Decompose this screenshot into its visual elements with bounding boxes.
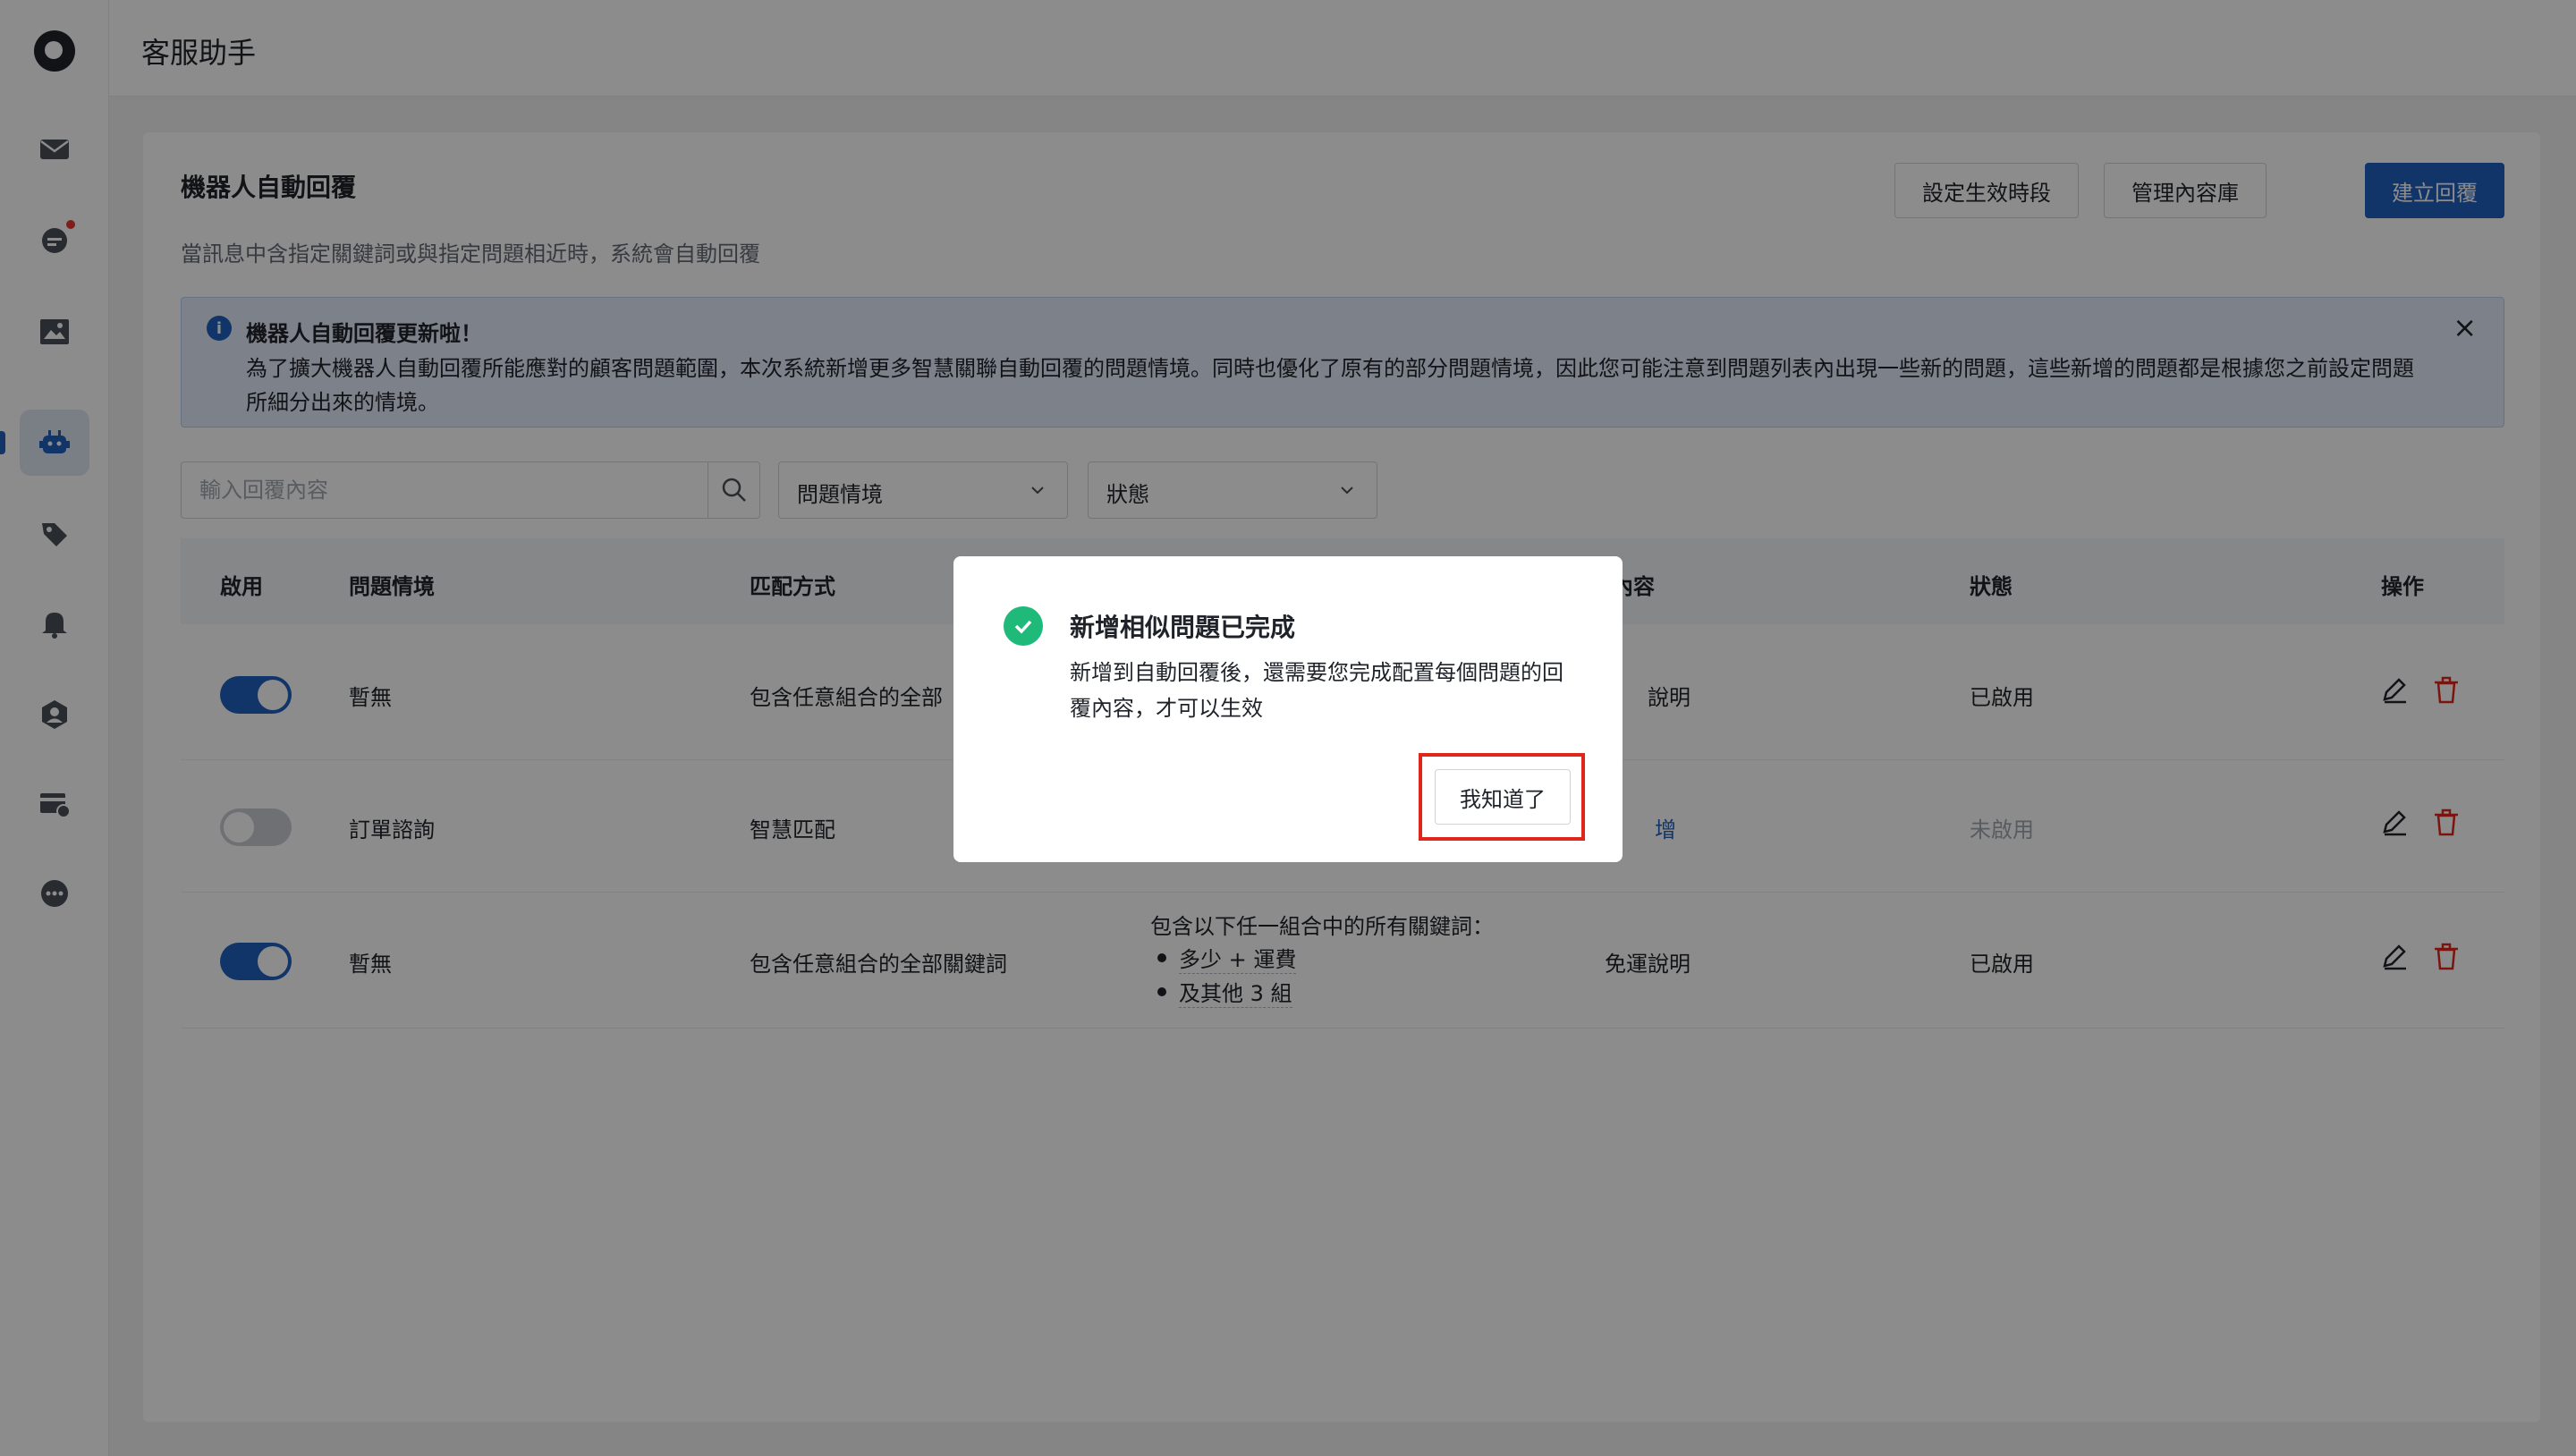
dialog-message: 新增到自動回覆後，還需要您完成配置每個問題的回覆內容，才可以生效	[1070, 660, 1563, 721]
acknowledge-button[interactable]: 我知道了	[1435, 769, 1571, 825]
highlight-box: 我知道了	[1419, 753, 1585, 841]
check-circle-icon	[1004, 606, 1043, 646]
success-dialog: 新增相似問題已完成 新增到自動回覆後，還需要您完成配置每個問題的回覆內容，才可以…	[953, 556, 1623, 862]
dialog-title: 新增相似問題已完成	[1070, 613, 1296, 642]
